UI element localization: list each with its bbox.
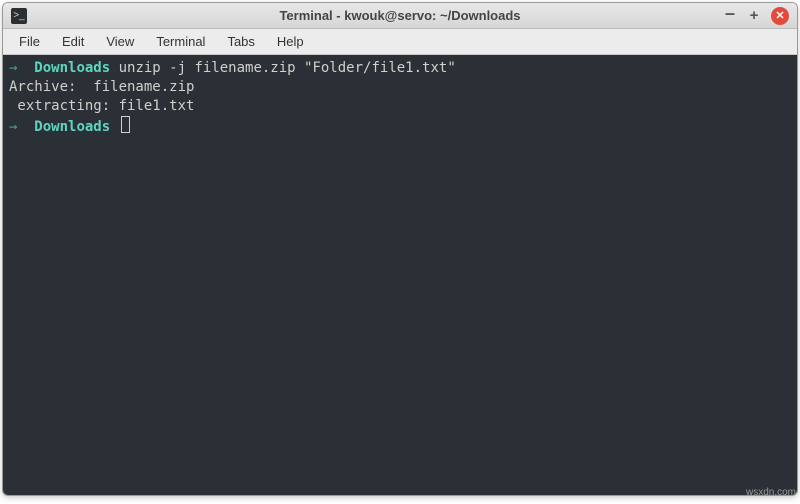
menu-file[interactable]: File xyxy=(9,31,50,52)
window-controls: – + ✕ xyxy=(723,7,797,25)
output-line-1: Archive: filename.zip xyxy=(9,79,194,95)
window-title: Terminal - kwouk@servo: ~/Downloads xyxy=(3,8,797,23)
menu-edit[interactable]: Edit xyxy=(52,31,94,52)
prompt-dir: Downloads xyxy=(34,119,110,135)
prompt-arrow-icon: → xyxy=(9,60,17,76)
prompt-dir: Downloads xyxy=(34,60,110,76)
output-line-2: extracting: file1.txt xyxy=(9,98,194,114)
maximize-button[interactable]: + xyxy=(747,9,761,23)
terminal-window: >_ Terminal - kwouk@servo: ~/Downloads –… xyxy=(2,2,798,496)
menubar: File Edit View Terminal Tabs Help xyxy=(3,29,797,55)
cursor-icon xyxy=(121,116,130,133)
menu-tabs[interactable]: Tabs xyxy=(217,31,264,52)
titlebar[interactable]: >_ Terminal - kwouk@servo: ~/Downloads –… xyxy=(3,3,797,29)
watermark-text: wsxdn.com xyxy=(746,487,796,498)
terminal-app-icon: >_ xyxy=(11,8,27,24)
menu-terminal[interactable]: Terminal xyxy=(146,31,215,52)
minimize-button[interactable]: – xyxy=(723,6,737,20)
menu-view[interactable]: View xyxy=(96,31,144,52)
prompt-arrow-icon: → xyxy=(9,119,17,135)
menu-help[interactable]: Help xyxy=(267,31,314,52)
command-line-1: unzip -j filename.zip "Folder/file1.txt" xyxy=(119,60,456,76)
close-button[interactable]: ✕ xyxy=(771,7,789,25)
terminal-body[interactable]: → Downloads unzip -j filename.zip "Folde… xyxy=(3,55,797,495)
